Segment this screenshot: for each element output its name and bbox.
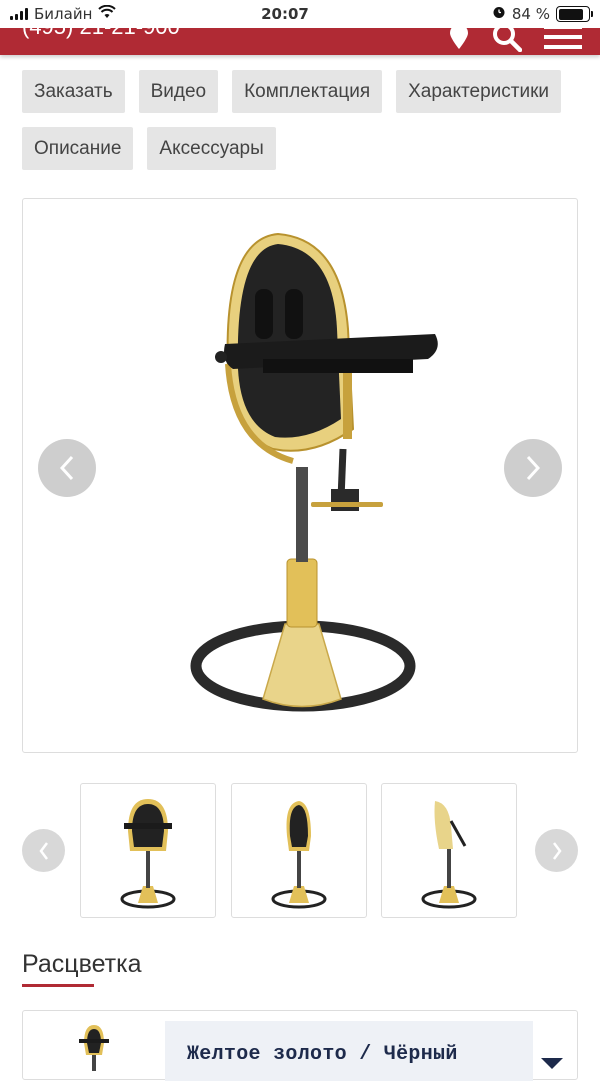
tab-video[interactable]: Видео	[138, 70, 219, 113]
color-swatch	[23, 1011, 165, 1081]
chevron-right-icon	[552, 841, 562, 860]
thumbnail-carousel	[22, 783, 578, 918]
gallery-prev-button[interactable]	[38, 439, 96, 497]
tab-description[interactable]: Описание	[22, 127, 134, 170]
location-pin-icon[interactable]	[448, 24, 470, 54]
tab-order[interactable]: Заказать	[22, 70, 125, 113]
chevron-down-icon	[541, 1055, 563, 1074]
tab-accessories[interactable]: Аксессуары	[147, 127, 276, 170]
thumbnail-image	[271, 800, 327, 908]
chevron-left-icon	[59, 455, 74, 481]
chevron-left-icon	[38, 841, 48, 860]
chevron-right-icon	[526, 455, 541, 481]
signal-icon	[10, 8, 28, 20]
battery-percent: 84 %	[511, 5, 550, 23]
thumbs-next-button[interactable]	[535, 829, 578, 872]
thumbs-prev-button[interactable]	[22, 829, 65, 872]
gallery-next-button[interactable]	[504, 439, 562, 497]
section-underline	[22, 984, 94, 987]
selected-color-label: Желтое золото / Чёрный	[165, 1021, 533, 1081]
section-title-colors: Расцветка	[22, 950, 142, 978]
thumbnail-2[interactable]	[231, 783, 367, 918]
status-time: 20:07	[261, 5, 309, 23]
alarm-icon	[492, 5, 506, 23]
wifi-icon	[98, 4, 117, 23]
thumbnail-image	[421, 800, 477, 908]
tab-specs[interactable]: Характеристики	[396, 70, 562, 113]
color-select[interactable]: Желтое золото / Чёрный	[22, 1010, 578, 1081]
product-gallery	[22, 198, 578, 753]
product-image[interactable]	[23, 199, 579, 754]
tab-package[interactable]: Комплектация	[232, 70, 383, 113]
status-bar: Билайн 20:07 84 %	[0, 0, 600, 28]
battery-icon	[556, 6, 593, 22]
product-tabs: Заказать Видео Комплектация Характеристи…	[22, 70, 582, 170]
carrier-name: Билайн	[34, 5, 93, 23]
menu-icon[interactable]	[544, 25, 582, 53]
thumbnail-image	[120, 798, 176, 908]
thumbnail-1[interactable]	[80, 783, 216, 918]
thumbnail-3[interactable]	[381, 783, 517, 918]
